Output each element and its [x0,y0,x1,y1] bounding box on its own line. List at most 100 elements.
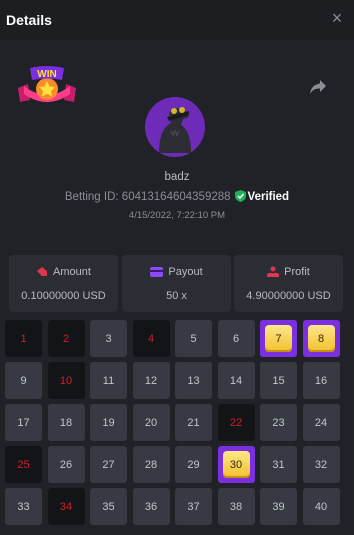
board-tile-9[interactable]: 9 [5,362,42,399]
board-tile-4[interactable]: 4 [132,320,170,357]
tile-number: 16 [314,374,328,387]
tile-number: 21 [187,416,200,429]
tile-number: 26 [59,458,73,471]
tile-number: 38 [229,500,243,513]
tile-number: 36 [144,500,158,513]
tile-number: 12 [144,374,158,387]
board-tile-33[interactable]: 33 [5,488,42,525]
tile-number: 13 [187,374,200,387]
board-tile-10[interactable]: 10 [47,362,85,399]
board-tile-2[interactable]: 2 [47,320,85,357]
board-tile-37[interactable]: 37 [175,488,212,525]
board-tile-1[interactable]: 1 [5,320,42,357]
win-badge-logo: WIN [18,66,76,102]
tile-number: 37 [187,500,200,513]
payout-label: Payout [168,266,203,278]
board-tile-38[interactable]: 38 [217,488,255,525]
profit-value: 4.90000000 USD [246,290,331,302]
board-tile-34[interactable]: 34 [47,488,85,525]
win-badge-text: WIN [37,69,56,80]
tile-number: 25 [17,458,30,471]
tile-number: 40 [314,500,328,513]
board-tile-21[interactable]: 21 [175,404,212,441]
board-tile-13[interactable]: 13 [175,362,212,399]
tile-number: 19 [102,416,115,429]
tile-number: 39 [272,500,285,513]
board-tile-14[interactable]: 14 [217,362,255,399]
board-tile-22[interactable]: 22 [217,404,255,441]
board-tile-40[interactable]: 40 [302,488,340,525]
board-tile-8[interactable]: 8 [302,320,340,357]
amount-value: 0.10000000 USD [21,290,106,302]
board-tile-3[interactable]: 3 [90,320,127,357]
tile-number: 5 [190,332,197,345]
tile-number: 9 [20,374,27,387]
board-tile-29[interactable]: 29 [175,446,212,483]
board-tile-16[interactable]: 16 [302,362,340,399]
tile-number: 6 [232,332,240,345]
gem-tile-face: 30 [222,451,250,478]
board-tile-7[interactable]: 7 [260,320,297,357]
board-tile-25[interactable]: 25 [5,446,42,483]
avatar[interactable] [145,97,205,157]
tile-number: 32 [314,458,328,471]
board-tile-5[interactable]: 5 [175,320,212,357]
tile-number: 7 [275,332,282,345]
board-tile-39[interactable]: 39 [260,488,297,525]
board-tile-31[interactable]: 31 [260,446,297,483]
gem-tile-face: 8 [307,325,335,352]
bet-date: 4/15/2022, 7:22:10 PM [128,210,226,221]
board-tile-6[interactable]: 6 [217,320,255,357]
verified-shield-icon [234,190,246,202]
board-tile-18[interactable]: 18 [47,404,85,441]
amount-card: Amount 0.10000000 USD [9,255,118,312]
board-tile-15[interactable]: 15 [260,362,297,399]
tile-number: 11 [102,374,115,387]
board-tile-20[interactable]: 20 [132,404,170,441]
tile-number: 1 [20,332,27,345]
card-icon [150,267,164,277]
hand-coins-icon [267,266,280,277]
tile-number: 4 [147,332,155,345]
tile-number: 2 [62,332,70,345]
board-tile-17[interactable]: 17 [5,404,42,441]
board-tile-24[interactable]: 24 [302,404,340,441]
tile-number: 22 [229,416,243,429]
betting-id-label: Betting ID: [64,191,119,203]
board-tile-30[interactable]: 30 [217,446,255,483]
amount-label: Amount [53,266,91,278]
board-tile-26[interactable]: 26 [47,446,85,483]
profit-card: Profit 4.90000000 USD [234,255,343,312]
tile-number: 31 [272,458,285,471]
username: badz [164,171,190,183]
board-tile-19[interactable]: 19 [90,404,127,441]
tile-number: 8 [317,332,325,345]
tile-number: 20 [144,416,158,429]
board-tile-12[interactable]: 12 [132,362,170,399]
payout-card: Payout 50 x [122,255,231,312]
profit-label: Profit [284,266,310,278]
board-tile-27[interactable]: 27 [90,446,127,483]
dialog-title: Details [6,12,52,28]
keno-board: 1 2 3 4 5 6 7 8 9 10 11 12 13 14 15 16 17 18 19 20 21 22 23 24 2… [5,320,345,526]
board-tile-28[interactable]: 28 [132,446,170,483]
tile-number: 33 [17,500,30,513]
dialog-header: Details × [0,0,354,40]
payout-value: 50 x [166,290,187,302]
verified-label: Verified [247,191,290,203]
board-tile-35[interactable]: 35 [90,488,127,525]
tile-number: 14 [229,374,243,387]
tile-number: 18 [59,416,73,429]
board-tile-23[interactable]: 23 [260,404,297,441]
tile-number: 3 [105,332,112,345]
betting-info: Betting ID: 60413164604359288 Verified [0,190,354,203]
board-tile-32[interactable]: 32 [302,446,340,483]
tile-number: 34 [59,500,73,513]
share-icon[interactable] [309,79,327,95]
betting-id: 60413164604359288 [121,191,231,203]
board-tile-36[interactable]: 36 [132,488,170,525]
close-icon[interactable]: × [328,9,346,27]
board-tile-11[interactable]: 11 [90,362,127,399]
coins-icon [37,267,48,276]
tile-number: 29 [187,458,200,471]
